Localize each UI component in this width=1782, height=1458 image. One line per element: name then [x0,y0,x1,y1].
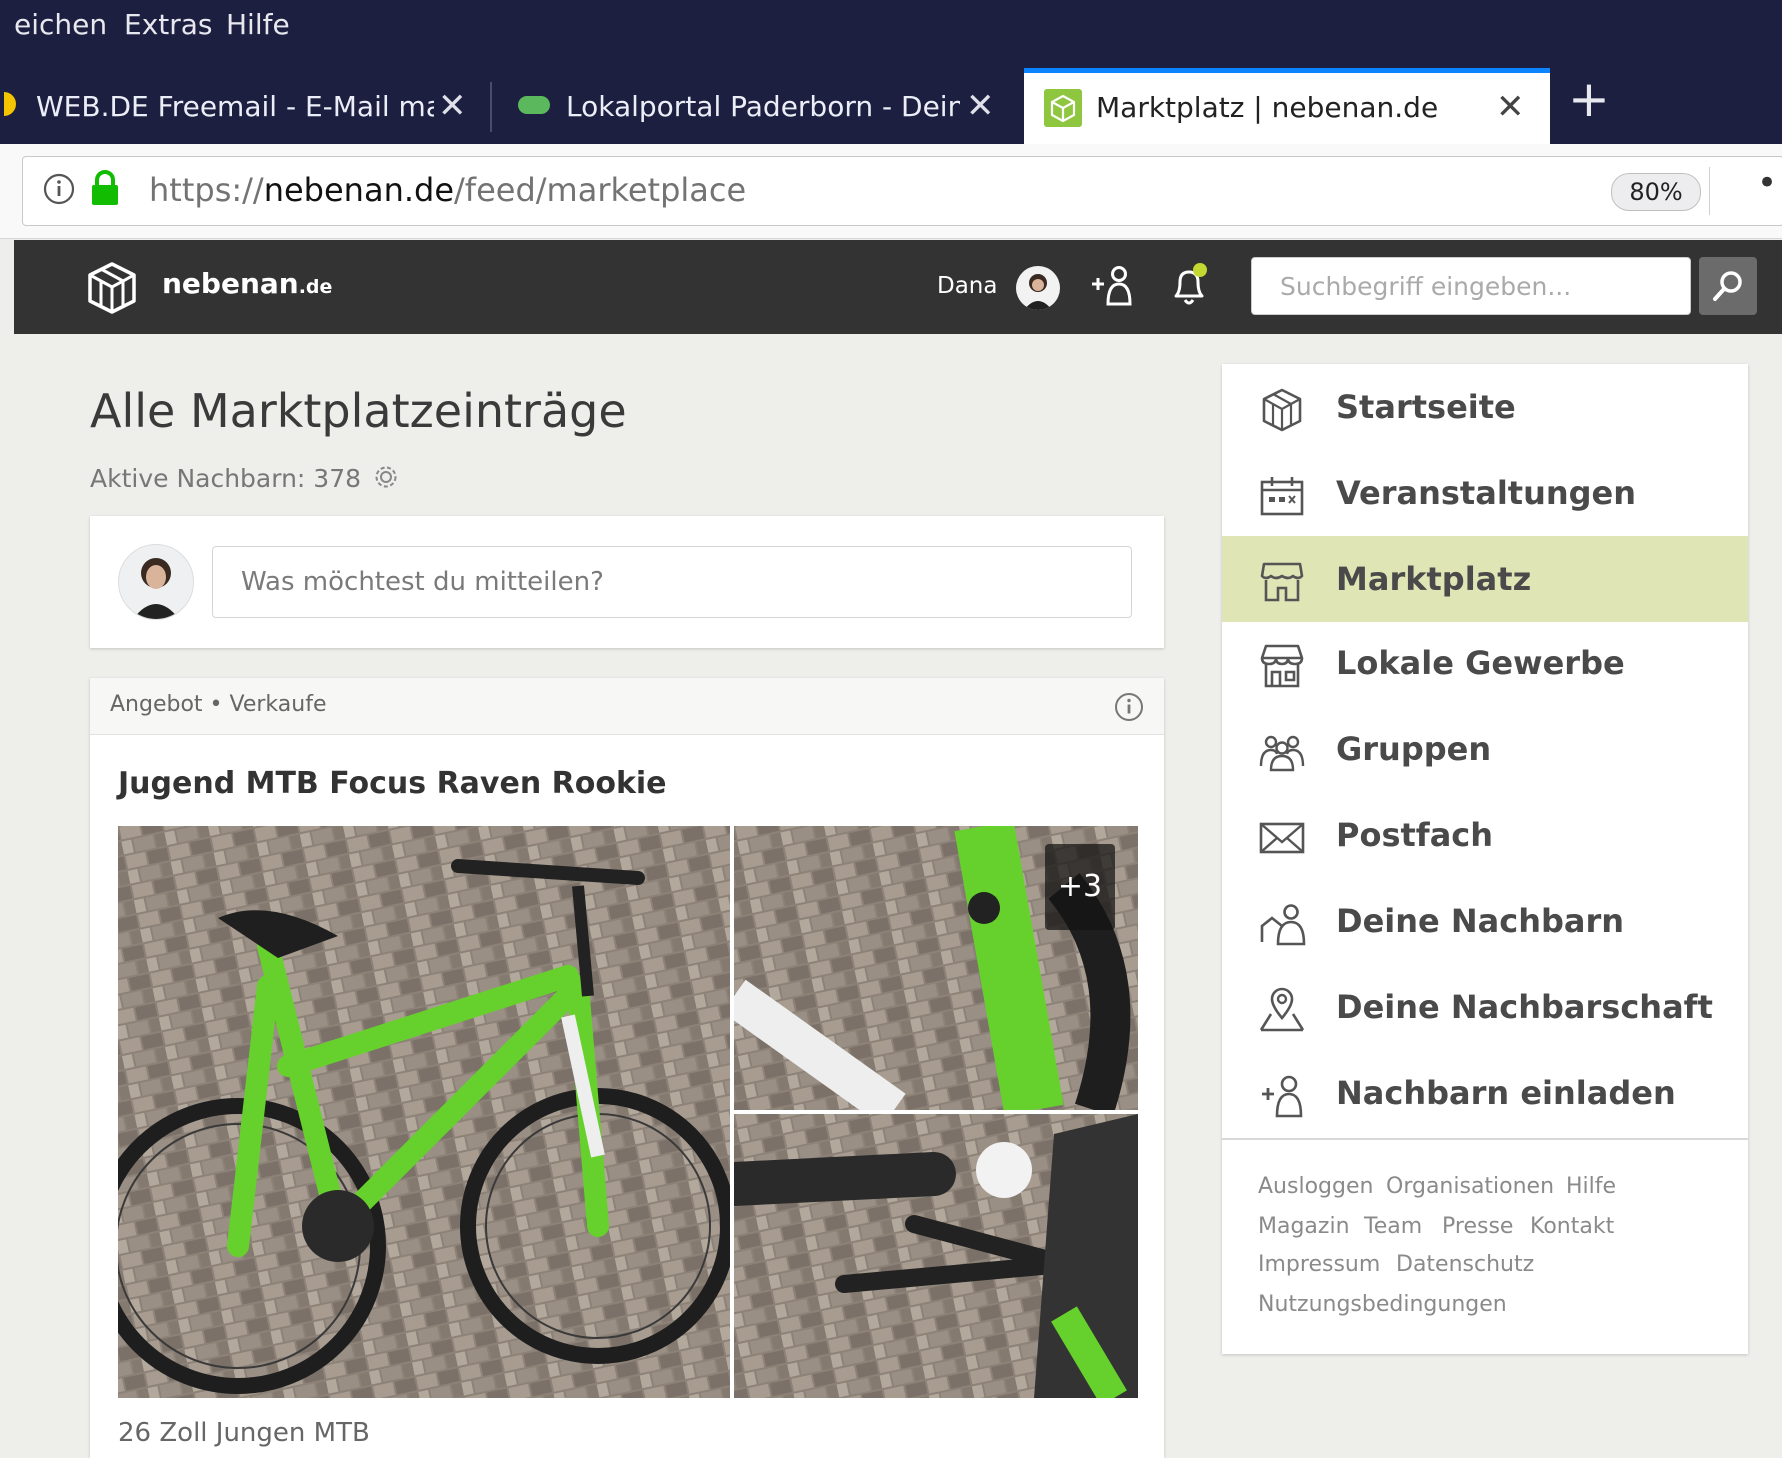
urlbar-divider [1709,167,1710,215]
page-title: Alle Marktplatzeinträge [90,384,627,438]
composer-card [90,516,1164,648]
sidebar-item-lokale-gewerbe[interactable]: Lokale Gewerbe [1222,620,1748,706]
browser-tabbar: WEB.DE Freemail - E-Mail made in Germany… [0,66,1782,149]
sidebar-item-label: Veranstaltungen [1336,474,1637,512]
url-text[interactable]: https://nebenan.de/feed/marketplace [149,171,746,209]
sidebar-item-postfach[interactable]: Postfach [1222,792,1748,878]
browser-menubar: eichen Extras Hilfe [0,0,1782,66]
sidebar-divider [1222,1138,1748,1140]
sidebar-item-marktplatz[interactable]: Marktplatz [1222,536,1748,622]
tab-lokalportal[interactable]: Lokalportal Paderborn - Deine Stadt ✕ [494,72,1020,144]
footer-link-magazin[interactable]: Magazin [1258,1214,1350,1239]
tab-webde[interactable]: WEB.DE Freemail - E-Mail made in Germany… [0,72,488,144]
tab-label: Marktplatz | nebenan.de [1096,91,1439,124]
user-avatar[interactable] [1016,266,1060,310]
footer-link-organisationen[interactable]: Organisationen [1386,1174,1554,1199]
sidebar-item-label: Marktplatz [1336,560,1532,598]
menu-item-extras[interactable]: Extras [124,8,213,41]
sidebar: Startseite Veranstaltungen Marktplatz Lo… [1222,364,1748,1354]
post-composer-input[interactable] [212,546,1132,618]
footer-link-impressum[interactable]: Impressum [1258,1252,1380,1277]
group-icon [1258,728,1306,776]
tab-separator [490,82,492,132]
sidebar-item-startseite[interactable]: Startseite [1222,364,1748,450]
notification-bell-icon[interactable] [1164,260,1214,310]
footer-link-kontakt[interactable]: Kontakt [1530,1214,1614,1239]
listing-category: Angebot • Verkaufe [110,692,327,717]
site-logo-text[interactable]: nebenan.de [162,267,332,300]
close-tab-icon[interactable]: ✕ [966,86,995,126]
footer-link-presse[interactable]: Presse [1442,1214,1513,1239]
sidebar-item-label: Nachbarn einladen [1336,1074,1676,1112]
new-tab-icon[interactable]: + [1568,70,1610,128]
footer-link-team[interactable]: Team [1364,1214,1422,1239]
sidebar-item-deine-nachbarschaft[interactable]: Deine Nachbarschaft [1222,964,1748,1050]
search-button[interactable] [1699,257,1757,315]
nebenan-favicon-icon [1044,89,1082,127]
close-tab-icon[interactable]: ✕ [1496,87,1525,127]
browser-navbar: https://nebenan.de/feed/marketplace 80% … [0,144,1782,239]
sidebar-item-label: Startseite [1336,388,1516,426]
info-icon[interactable] [1114,692,1144,722]
page-actions-icon[interactable]: ••• [1757,163,1782,203]
market-icon [1258,558,1306,606]
search-input[interactable] [1251,257,1691,315]
listing-photo-3[interactable] [734,1114,1138,1398]
site-header: nebenan.de Dana [14,240,1782,334]
zoom-indicator[interactable]: 80% [1611,173,1701,211]
sidebar-item-deine-nachbarn[interactable]: Deine Nachbarn [1222,878,1748,964]
listing-description: 26 Zoll Jungen MTB [118,1418,370,1448]
listing-title[interactable]: Jugend MTB Focus Raven Rookie [118,766,667,801]
sidebar-item-label: Deine Nachbarschaft [1336,988,1713,1026]
location-icon [1258,986,1306,1034]
add-neighbor-icon[interactable] [1088,262,1136,310]
sidebar-item-gruppen[interactable]: Gruppen [1222,706,1748,792]
composer-avatar [118,544,194,620]
menu-item-lesezeichen[interactable]: eichen [14,8,107,41]
sidebar-item-label: Postfach [1336,816,1494,854]
footer-link-nutzungsbedingungen[interactable]: Nutzungsbedingungen [1258,1292,1507,1317]
webde-favicon-icon [4,92,16,116]
sidebar-item-label: Deine Nachbarn [1336,902,1625,940]
more-images-badge[interactable]: +3 [1045,844,1115,930]
tab-label: Lokalportal Paderborn - Deine Stadt [566,90,960,123]
envelope-icon [1258,814,1306,862]
lock-icon [89,169,121,207]
house-icon [1258,386,1306,434]
search-icon [1711,269,1745,303]
sidebar-item-veranstaltungen[interactable]: Veranstaltungen [1222,450,1748,536]
lokalportal-favicon-icon [518,96,550,114]
settings-gear-icon[interactable] [373,464,399,490]
footer-link-ausloggen[interactable]: Ausloggen [1258,1174,1373,1199]
menu-item-hilfe[interactable]: Hilfe [226,8,290,41]
calendar-icon [1258,472,1306,520]
sidebar-item-nachbarn-einladen[interactable]: Nachbarn einladen [1222,1050,1748,1136]
tab-label: WEB.DE Freemail - E-Mail made in Germany [36,90,434,123]
sidebar-item-label: Gruppen [1336,730,1492,768]
close-tab-icon[interactable]: ✕ [438,86,467,126]
listing-photo-main[interactable] [118,826,730,1398]
invite-icon [1258,1072,1306,1120]
footer-link-datenschutz[interactable]: Datenschutz [1396,1252,1534,1277]
listing-category-header: Angebot • Verkaufe [90,678,1164,735]
user-name[interactable]: Dana [937,273,997,299]
info-icon[interactable] [43,173,75,205]
shop-icon [1258,642,1306,690]
sidebar-item-label: Lokale Gewerbe [1336,644,1625,682]
footer-link-hilfe[interactable]: Hilfe [1566,1174,1616,1199]
tab-marktplatz[interactable]: Marktplatz | nebenan.de ✕ [1024,68,1550,149]
url-bar[interactable]: https://nebenan.de/feed/marketplace 80% … [22,156,1782,226]
neighbors-icon [1258,900,1306,948]
active-neighbors: Aktive Nachbarn: 378 [90,464,399,493]
nebenan-logo-icon[interactable] [84,260,140,316]
